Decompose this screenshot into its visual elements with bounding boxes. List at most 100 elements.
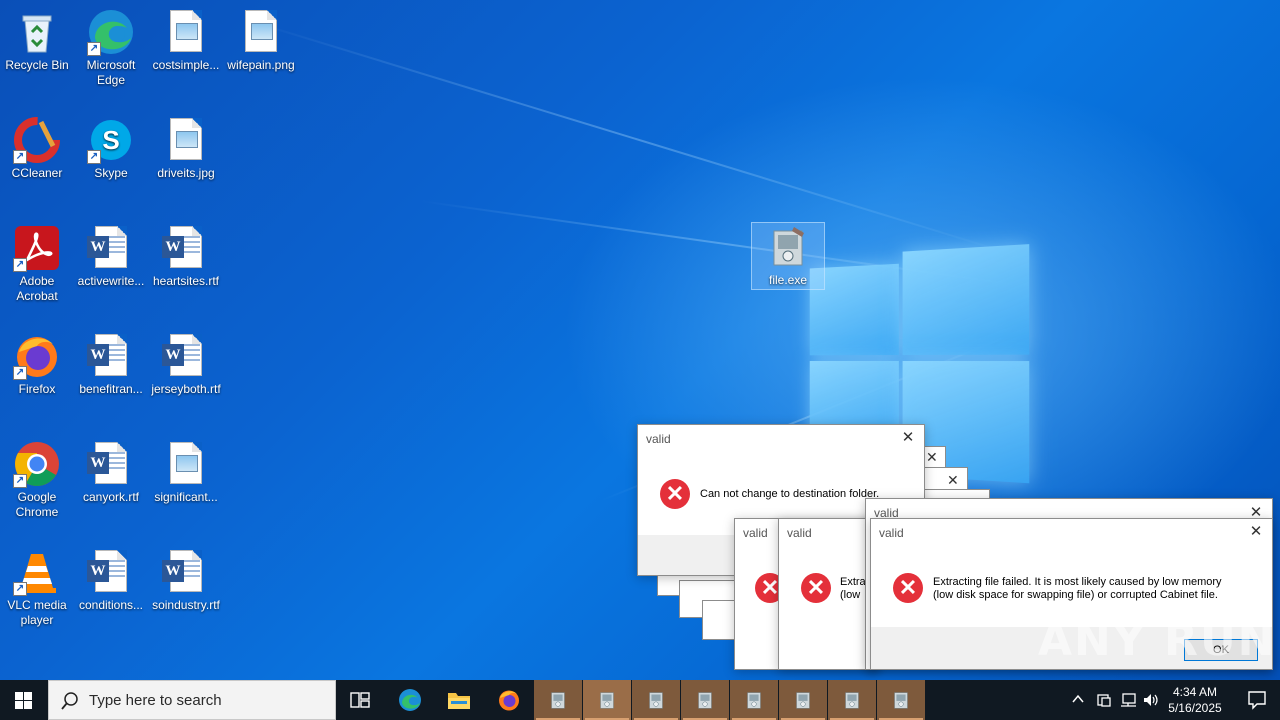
desktop-icon-driveits[interactable]: driveits.jpg xyxy=(150,116,222,181)
shortcut-arrow-icon: ↗ xyxy=(87,42,101,56)
search-icon xyxy=(61,692,78,710)
edge-icon xyxy=(399,689,421,711)
desktop-icon-activewrite[interactable]: W activewrite... xyxy=(75,224,147,289)
installer-icon xyxy=(894,692,908,709)
watermark: ANY RUN xyxy=(1038,615,1277,666)
close-icon[interactable]: ✕ xyxy=(1248,522,1264,540)
desktop-icon-wifepain[interactable]: wifepain.png xyxy=(225,8,297,73)
desktop-icon-benefitran[interactable]: W benefitran... xyxy=(75,332,147,397)
word-doc-icon: W xyxy=(87,224,135,272)
desktop-icon-label: canyork.rtf xyxy=(82,490,139,504)
desktop-icon-vlc[interactable]: ↗ VLC media player xyxy=(1,548,73,628)
search-placeholder: Type here to search xyxy=(89,692,222,709)
volume-button[interactable] xyxy=(1141,680,1161,720)
desktop-icon-label: Adobe Acrobat xyxy=(16,274,58,303)
clock-time: 4:34 AM xyxy=(1172,685,1218,699)
recycle-bin-icon xyxy=(13,8,61,56)
desktop-icon-label: wifepain.png xyxy=(227,58,295,72)
desktop-icon-soindustry[interactable]: W soindustry.rtf xyxy=(150,548,222,613)
taskbar-running-installer[interactable] xyxy=(877,680,925,720)
desktop-icon-label: Google Chrome xyxy=(15,490,59,519)
volume-icon xyxy=(1144,694,1158,706)
desktop-icon-label: heartsites.rtf xyxy=(152,274,220,288)
desktop-icon-label: Firefox xyxy=(18,382,56,396)
device-icon xyxy=(1097,694,1111,707)
word-doc-icon: W xyxy=(162,332,210,380)
start-button[interactable] xyxy=(0,680,48,720)
installer-icon xyxy=(551,692,565,709)
taskbar-running-installer[interactable] xyxy=(779,680,827,720)
installer-icon xyxy=(698,692,712,709)
vlc-icon: ↗ xyxy=(13,548,61,596)
desktop-icon-label: costsimple... xyxy=(152,58,220,72)
desktop-icon-label: file.exe xyxy=(768,273,808,287)
desktop-icon-label: Recycle Bin xyxy=(5,58,69,72)
wallpaper-ray xyxy=(249,20,1016,256)
dialog-message-partial: (low xyxy=(840,589,861,601)
desktop-icon-label: driveits.jpg xyxy=(157,166,215,180)
image-file-icon xyxy=(162,8,210,56)
desktop-icon-label: conditions... xyxy=(78,598,144,612)
taskbar-file-explorer[interactable] xyxy=(435,680,483,720)
taskbar-edge[interactable] xyxy=(386,680,434,720)
dialog-message: (low disk space for swapping file) or co… xyxy=(933,589,1218,601)
search-box[interactable]: Type here to search xyxy=(48,680,336,720)
desktop-icon-heartsites[interactable]: W heartsites.rtf xyxy=(150,224,222,289)
show-hidden-icons-button[interactable] xyxy=(1068,680,1088,720)
edge-icon: ↗ xyxy=(87,8,135,56)
taskbar-running-installer[interactable] xyxy=(534,680,582,720)
network-button[interactable] xyxy=(1118,680,1138,720)
desktop-icon-label: significant... xyxy=(154,490,218,504)
shortcut-arrow-icon: ↗ xyxy=(13,258,27,272)
clock[interactable]: 4:34 AM 5/16/2025 xyxy=(1160,684,1230,716)
desktop-icon-canyork[interactable]: W canyork.rtf xyxy=(75,440,147,505)
desktop-icon-ccleaner[interactable]: ↗ CCleaner xyxy=(1,116,73,181)
desktop-icon-google-chrome[interactable]: ↗ Google Chrome xyxy=(1,440,73,520)
tray-device-icon-button[interactable] xyxy=(1094,680,1114,720)
desktop-icon-significant[interactable]: significant... xyxy=(150,440,222,505)
installer-icon xyxy=(747,692,761,709)
desktop-icon-adobe-acrobat[interactable]: ↗ Adobe Acrobat xyxy=(1,224,73,304)
taskbar-running-installer[interactable] xyxy=(730,680,778,720)
shortcut-arrow-icon: ↗ xyxy=(13,150,27,164)
close-icon[interactable]: ✕ xyxy=(900,428,916,446)
shortcut-arrow-icon: ↗ xyxy=(87,150,101,164)
action-center-button[interactable] xyxy=(1234,680,1280,720)
task-view-button[interactable] xyxy=(336,680,384,720)
desktop-icon-firefox[interactable]: ↗ Firefox xyxy=(1,332,73,397)
desktop-icon-label: CCleaner xyxy=(11,166,63,180)
installer-icon xyxy=(600,692,614,709)
chevron-up-icon xyxy=(1072,694,1084,703)
installer-icon xyxy=(649,692,663,709)
desktop-icon-skype[interactable]: S ↗ Skype xyxy=(75,116,147,181)
desktop-icon-label: Skype xyxy=(94,166,128,180)
desktop-icon-label: soindustry.rtf xyxy=(152,598,220,612)
image-file-icon xyxy=(237,8,285,56)
shortcut-arrow-icon: ↗ xyxy=(13,366,27,380)
skype-icon: S ↗ xyxy=(87,116,135,164)
clock-date: 5/16/2025 xyxy=(1168,701,1222,715)
shortcut-arrow-icon: ↗ xyxy=(13,582,27,596)
firefox-icon xyxy=(499,690,519,711)
desktop-icon-microsoft-edge[interactable]: ↗ Microsoft Edge xyxy=(75,8,147,88)
desktop-icon-file-exe[interactable]: file.exe xyxy=(751,222,825,290)
word-doc-icon: W xyxy=(162,548,210,596)
taskbar-running-installer[interactable] xyxy=(828,680,876,720)
installer-icon xyxy=(764,223,812,271)
word-doc-icon: W xyxy=(87,332,135,380)
desktop-icon-label: jerseyboth.rtf xyxy=(151,382,221,396)
desktop-icon-costsimple[interactable]: costsimple... xyxy=(150,8,222,73)
chrome-icon: ↗ xyxy=(13,440,61,488)
taskbar-running-installer[interactable] xyxy=(681,680,729,720)
dialog-title: valid xyxy=(743,526,768,540)
dialog-message-partial: Extra xyxy=(840,576,866,588)
desktop-icon-conditions[interactable]: W conditions... xyxy=(75,548,147,613)
desktop-icon-label: VLC media player xyxy=(7,598,67,627)
error-icon: ✕ xyxy=(893,573,923,603)
taskbar-running-installer[interactable] xyxy=(583,680,631,720)
taskbar-firefox[interactable] xyxy=(485,680,533,720)
desktop-icon-jerseyboth[interactable]: W jerseyboth.rtf xyxy=(150,332,222,397)
dialog-message: Extracting file failed. It is most likel… xyxy=(933,576,1222,588)
taskbar-running-installer[interactable] xyxy=(632,680,680,720)
desktop-icon-recycle-bin[interactable]: Recycle Bin xyxy=(1,8,73,73)
